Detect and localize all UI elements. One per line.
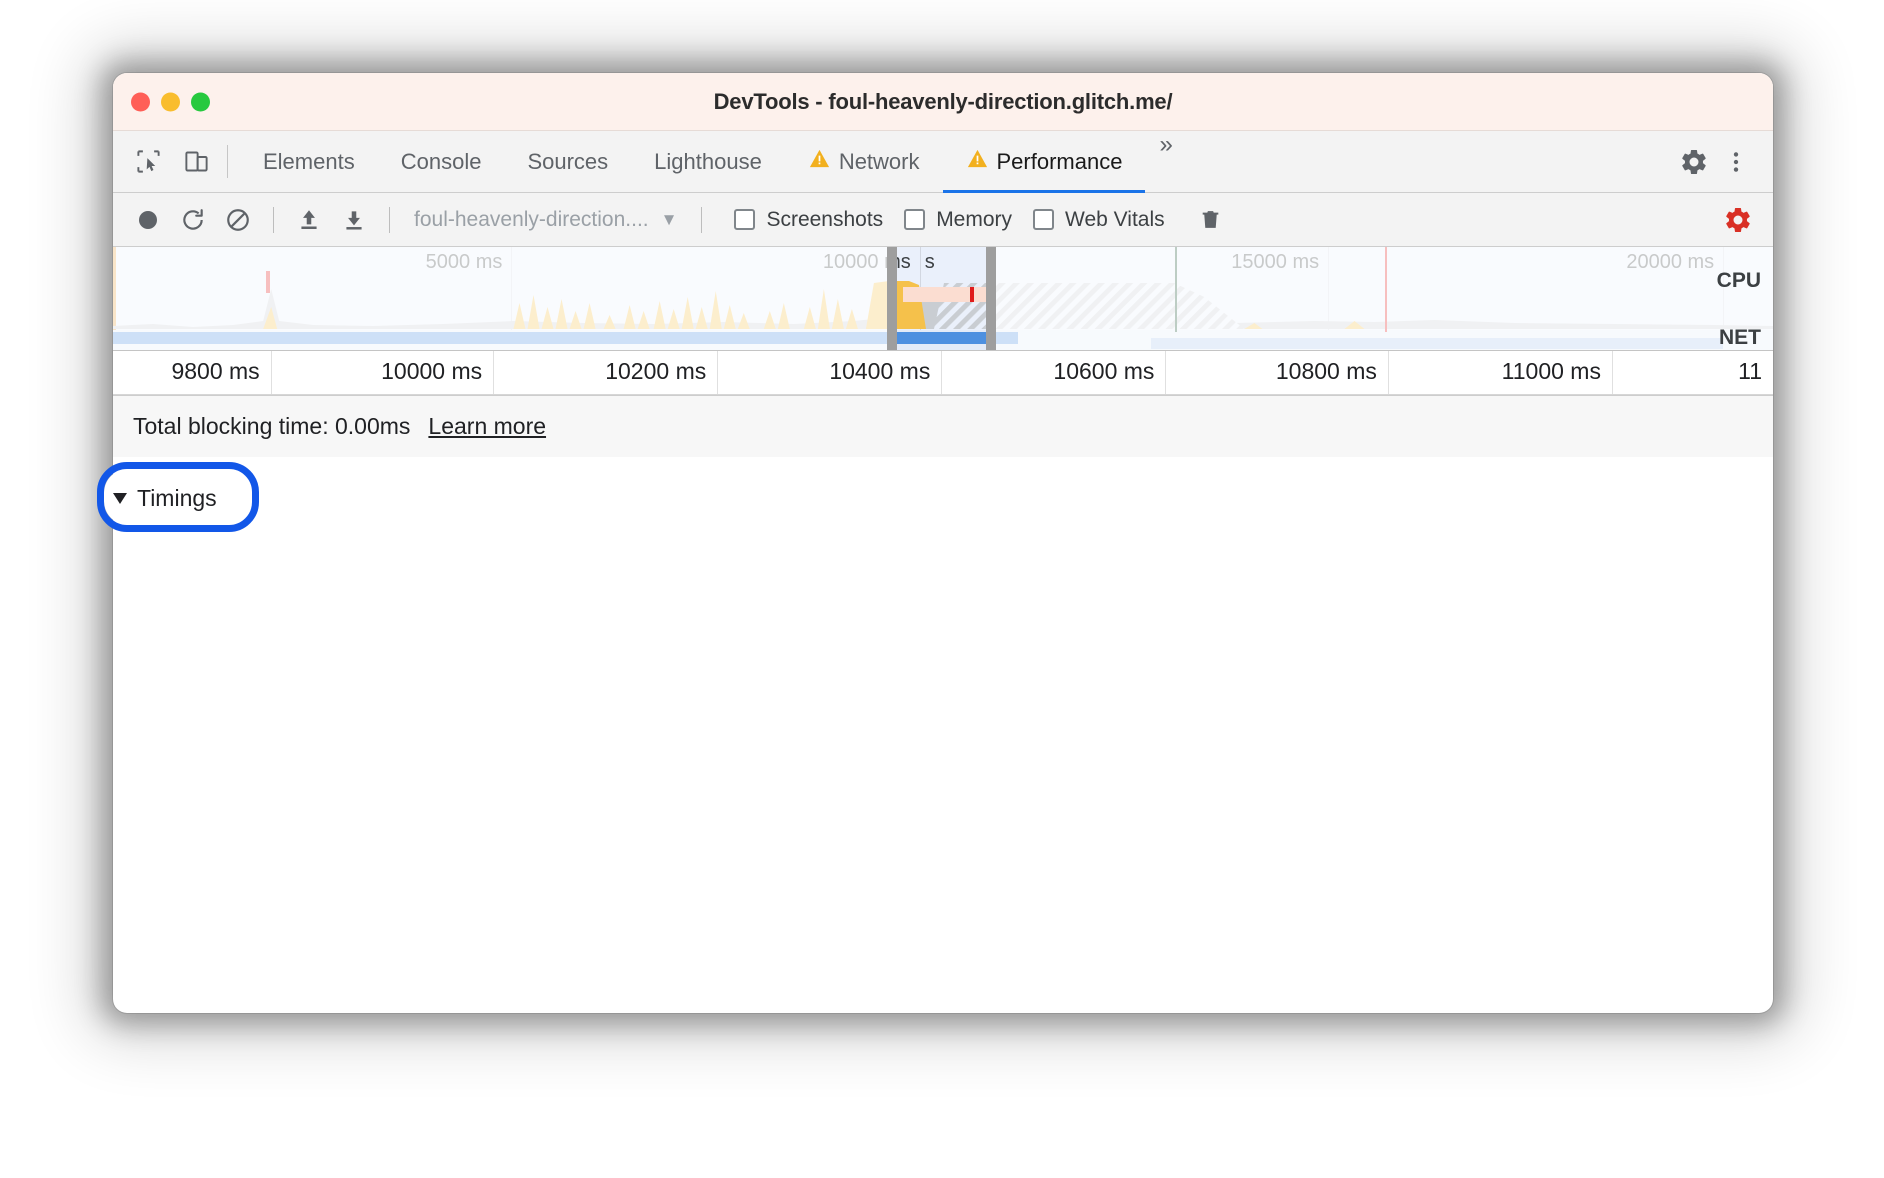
tab-elements[interactable]: Elements	[240, 131, 378, 192]
overview-selection-strip	[903, 287, 987, 302]
window-traffic-lights[interactable]	[131, 92, 210, 111]
close-button[interactable]	[131, 92, 150, 111]
ruler-gridline	[493, 351, 495, 394]
tabbar-separator	[227, 145, 228, 178]
ruler-gridline	[1387, 351, 1389, 394]
load-profile-icon[interactable]	[288, 200, 330, 240]
warning-icon	[808, 147, 831, 176]
devtools-window: DevTools - foul-heavenly-direction.glitc…	[113, 73, 1773, 1013]
kebab-menu-icon[interactable]	[1717, 143, 1755, 181]
ruler-label-clipped: 11	[1738, 358, 1762, 384]
chevron-down-icon: ▼	[660, 209, 678, 229]
overview-dim-right	[992, 247, 1773, 350]
tab-console[interactable]: Console	[378, 131, 505, 192]
chevron-down-icon[interactable]	[113, 492, 127, 504]
performance-toolbar: foul-heavenly-direction.... ▼ Screenshot…	[113, 193, 1773, 247]
overview-selection-marker	[969, 287, 974, 302]
overview-dim-left	[113, 247, 894, 350]
more-tabs-button[interactable]: »	[1145, 131, 1186, 192]
toolbar-separator-1	[273, 206, 274, 233]
zoom-button[interactable]	[191, 92, 210, 111]
tabbar-tabs: Elements Console Sources Lighthouse Netw…	[240, 131, 1658, 193]
timeline-overview[interactable]: 5000 ms 10000 ms 15000 ms 20000 ms	[113, 247, 1773, 351]
capture-settings-gear-icon[interactable]	[1717, 200, 1759, 240]
ruler-label: 10400 ms	[829, 358, 931, 384]
ruler-label: 11000 ms	[1501, 358, 1601, 384]
warning-icon	[966, 147, 989, 176]
tabbar-right-controls	[1658, 131, 1773, 192]
total-blocking-time-text: Total blocking time: 0.00ms	[133, 413, 411, 439]
profile-select[interactable]: foul-heavenly-direction.... ▼	[404, 208, 687, 232]
reload-and-record-button[interactable]	[172, 200, 214, 240]
net-track-label: NET	[1719, 326, 1761, 349]
ruler-label: 10200 ms	[605, 358, 707, 384]
overview-window-handle-left[interactable]	[886, 247, 897, 350]
gear-icon[interactable]	[1675, 143, 1713, 181]
tab-performance[interactable]: Performance	[942, 131, 1146, 193]
tab-lighthouse-label: Lighthouse	[654, 148, 762, 174]
ruler-gridline	[1611, 351, 1613, 394]
checkbox-screenshots[interactable]: Screenshots	[734, 208, 883, 232]
devtools-tabbar: Elements Console Sources Lighthouse Netw…	[113, 131, 1773, 193]
overview-window-handle-right[interactable]	[986, 247, 997, 350]
inspect-element-icon[interactable]	[129, 143, 167, 181]
ruler-label: 9800 ms	[171, 358, 260, 384]
device-toolbar-icon[interactable]	[177, 143, 215, 181]
checkbox-memory[interactable]: Memory	[904, 208, 1012, 232]
checkbox-memory-box[interactable]	[904, 209, 926, 230]
save-profile-icon[interactable]	[333, 200, 375, 240]
ruler-label: 10000 ms	[381, 358, 483, 384]
window-titlebar: DevTools - foul-heavenly-direction.glitc…	[113, 73, 1773, 131]
clear-button[interactable]	[217, 200, 259, 240]
profile-select-value: foul-heavenly-direction....	[414, 207, 649, 231]
tabbar-left-icons	[113, 131, 215, 192]
checkbox-web-vitals-box[interactable]	[1033, 209, 1055, 230]
tab-sources[interactable]: Sources	[504, 131, 631, 192]
footer-bar: Total blocking time: 0.00ms Learn more	[113, 395, 1773, 457]
cpu-track-label: CPU	[1716, 269, 1761, 292]
ruler-label: 10800 ms	[1275, 358, 1377, 384]
detail-time-ruler: 9800 ms 10000 ms 10200 ms 10400 ms 10600…	[113, 351, 1773, 395]
minimize-button[interactable]	[161, 92, 180, 111]
ruler-label: 10600 ms	[1053, 358, 1155, 384]
window-title: DevTools - foul-heavenly-direction.glitc…	[713, 88, 1173, 114]
tab-performance-label: Performance	[996, 148, 1123, 174]
toolbar-separator-2	[389, 206, 390, 233]
tab-network-label: Network	[838, 148, 920, 174]
overview-selection-tick-fragment: s	[924, 251, 935, 273]
trash-icon[interactable]	[1190, 200, 1232, 240]
timings-highlight-label-overlay[interactable]: Timings	[113, 479, 245, 517]
checkbox-web-vitals[interactable]: Web Vitals	[1033, 208, 1165, 232]
timings-highlighted-label: Timings	[137, 484, 217, 511]
ruler-gridline	[717, 351, 719, 394]
screenshot-root: DevTools - foul-heavenly-direction.glitc…	[0, 0, 1884, 1178]
tab-console-label: Console	[400, 148, 482, 174]
checkbox-screenshots-label: Screenshots	[766, 207, 884, 231]
ruler-gridline	[270, 351, 272, 394]
checkbox-screenshots-box[interactable]	[734, 209, 756, 230]
tab-lighthouse[interactable]: Lighthouse	[631, 131, 785, 192]
learn-more-link[interactable]: Learn more	[428, 413, 546, 440]
ruler-gridline	[1165, 351, 1167, 394]
checkbox-web-vitals-label: Web Vitals	[1065, 207, 1165, 231]
tab-elements-label: Elements	[263, 148, 355, 174]
toolbar-separator-3	[701, 206, 703, 233]
ruler-gridline	[941, 351, 943, 394]
checkbox-memory-label: Memory	[936, 207, 1013, 231]
record-button[interactable]	[127, 200, 169, 240]
tab-network[interactable]: Network	[785, 131, 943, 192]
tab-sources-label: Sources	[527, 148, 609, 174]
